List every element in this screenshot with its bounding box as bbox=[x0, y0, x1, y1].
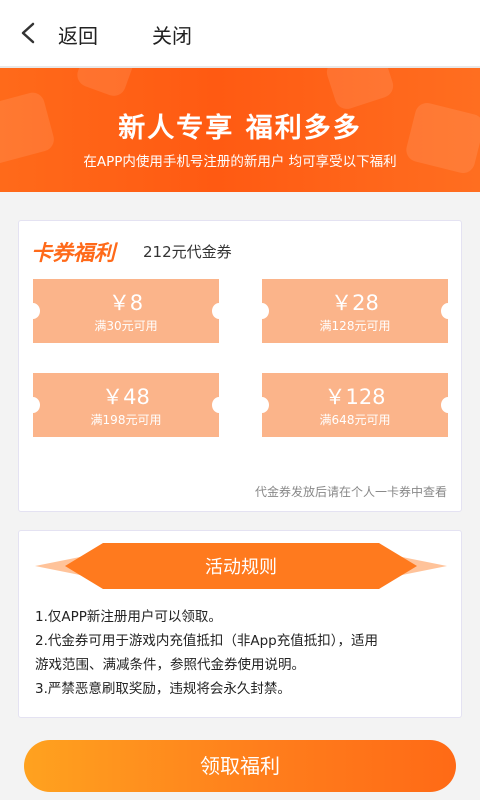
coupon-condition: 满648元可用 bbox=[319, 413, 391, 427]
coupon-note: 代金券发放后请在个人一卡券中查看 bbox=[254, 485, 447, 499]
coupon-item[interactable]: ￥128 满648元可用 bbox=[255, 373, 455, 437]
coupon-item[interactable]: ￥28 满128元可用 bbox=[255, 279, 455, 343]
coupon-amount: ￥28 bbox=[331, 291, 379, 315]
coupon-item[interactable]: ￥48 满198元可用 bbox=[26, 373, 226, 437]
promo-banner: 新人专享 福利多多 在APP内使用手机号注册的新用户 均可享受以下福利 bbox=[0, 68, 480, 192]
coupon-condition: 满30元可用 bbox=[94, 319, 158, 333]
rules-title: 活动规则 bbox=[205, 557, 277, 578]
rules-card: 活动规则 1.仅APP新注册用户可以领取。 2.代金券可用于游戏内充值抵扣（非A… bbox=[18, 530, 462, 718]
banner-decoration bbox=[73, 68, 137, 100]
close-button[interactable]: 关闭 bbox=[152, 20, 192, 49]
coupon-condition: 满128元可用 bbox=[319, 319, 391, 333]
coupon-amount: ￥8 bbox=[108, 291, 144, 315]
top-nav-bar: 返回 关闭 bbox=[0, 0, 480, 68]
chevron-left-icon[interactable] bbox=[18, 22, 40, 44]
coupon-card: 卡券福利 212元代金券 ￥8 满30元可用 ￥28 满128元可用 ￥48 满… bbox=[18, 220, 462, 512]
rules-list: 1.仅APP新注册用户可以领取。 2.代金券可用于游戏内充值抵扣（非App充值抵… bbox=[35, 605, 455, 701]
rule-line: 1.仅APP新注册用户可以领取。 bbox=[35, 609, 222, 625]
coupon-condition: 满198元可用 bbox=[90, 413, 162, 427]
banner-title: 新人专享 福利多多 bbox=[118, 113, 362, 144]
rule-line: 3.严禁恶意刷取奖励，违规将会永久封禁。 bbox=[35, 681, 291, 697]
rule-line: 游戏范围、满减条件，参照代金券使用说明。 bbox=[35, 657, 305, 673]
coupon-amount: ￥128 bbox=[324, 385, 386, 409]
coupon-item[interactable]: ￥8 满30元可用 bbox=[26, 279, 226, 343]
banner-subtitle: 在APP内使用手机号注册的新用户 均可享受以下福利 bbox=[83, 154, 397, 170]
coupon-section-title: 卡券福利 bbox=[31, 241, 115, 265]
rule-line: 2.代金券可用于游戏内充值抵扣（非App充值抵扣），适用 bbox=[35, 633, 379, 649]
coupon-total: 212元代金券 bbox=[143, 243, 232, 261]
back-button[interactable]: 返回 bbox=[58, 20, 98, 49]
coupon-amount: ￥48 bbox=[102, 385, 150, 409]
claim-benefits-button[interactable]: 领取福利 bbox=[24, 740, 456, 792]
